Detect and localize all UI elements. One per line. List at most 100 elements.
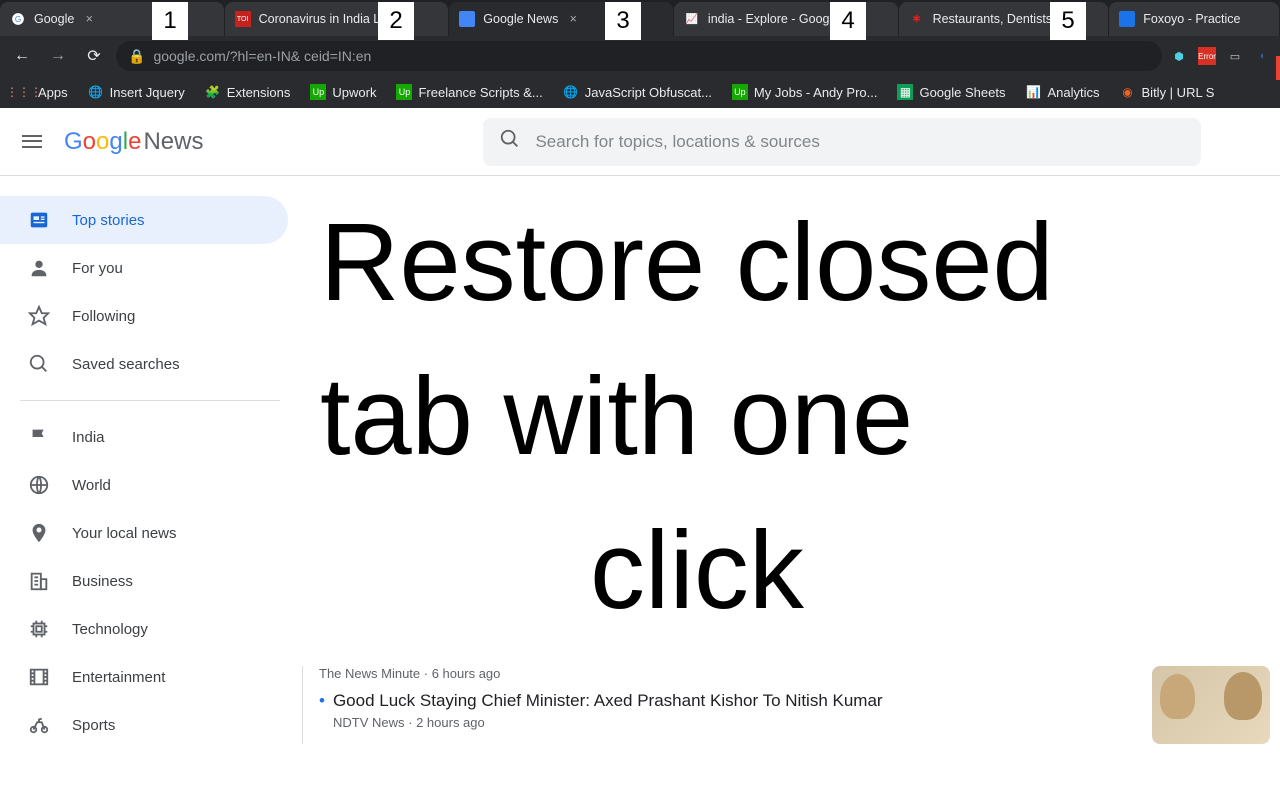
sidebar-item-business[interactable]: Business: [0, 557, 288, 605]
tab-title: Foxoyo - Practice: [1143, 12, 1240, 26]
yelp-favicon: ✱: [909, 11, 925, 27]
sheets-icon: ▦: [897, 84, 913, 100]
svg-text:G: G: [15, 15, 21, 24]
search-bar[interactable]: [483, 118, 1201, 166]
overlay-4: 4: [830, 2, 866, 40]
extension-icons: ⬢ Error ▭ ◐: [1170, 47, 1272, 65]
overlay-2: 2: [378, 2, 414, 40]
bookmark-analytics[interactable]: 📊Analytics: [1017, 80, 1107, 104]
bookmark-jquery[interactable]: 🌐Insert Jquery: [80, 80, 193, 104]
globe-icon: [28, 474, 50, 496]
bookmark-sheets[interactable]: ▦Google Sheets: [889, 80, 1013, 104]
address-bar: ← → ⟳ 🔒 google.com/?hl=en-IN& ceid=IN:en…: [0, 36, 1280, 76]
tab-title: Coronavirus in India Liv: [259, 12, 390, 26]
bookmarks-bar: ⋮⋮⋮Apps 🌐Insert Jquery 🧩Extensions UpUpw…: [0, 76, 1280, 108]
foxoyo-favicon: [1119, 11, 1135, 27]
sidebar-label: For you: [72, 260, 123, 277]
flag-icon: [28, 426, 50, 448]
bookmark-freelance[interactable]: UpFreelance Scripts &...: [388, 80, 550, 104]
reload-button[interactable]: ⟳: [80, 42, 108, 70]
topstories-icon: [28, 209, 50, 231]
sidebar-item-india[interactable]: India: [0, 413, 288, 461]
browser-chrome: G Google × TOI Coronavirus in India Liv …: [0, 0, 1280, 108]
star-icon: [28, 305, 50, 327]
puzzle-icon: 🧩: [205, 84, 221, 100]
hamburger-icon[interactable]: [20, 130, 44, 154]
overlay-3: 3: [605, 2, 641, 40]
bookmark-extensions[interactable]: 🧩Extensions: [197, 80, 299, 104]
apps-icon: ⋮⋮⋮: [16, 84, 32, 100]
red-edge: [1276, 56, 1280, 80]
trends-favicon: 📈: [684, 11, 700, 27]
main-content: Restore closed tab with one click The Ne…: [300, 176, 1280, 800]
sidebar-label: Top stories: [72, 212, 145, 229]
overlay-1: 1: [152, 2, 188, 40]
ext-icon-3[interactable]: ▭: [1226, 47, 1244, 65]
sidebar-label: Business: [72, 573, 133, 590]
upwork-icon: Up: [310, 84, 326, 100]
bookmark-upwork[interactable]: UpUpwork: [302, 80, 384, 104]
search-icon: [28, 353, 50, 375]
globe-icon: 🌐: [563, 84, 579, 100]
article-sub: NDTV News · 2 hours ago: [333, 715, 883, 730]
bookmark-bitly[interactable]: ◉Bitly | URL S: [1112, 80, 1223, 104]
search-input[interactable]: [535, 132, 1185, 152]
bookmark-myjobs[interactable]: UpMy Jobs - Andy Pro...: [724, 80, 886, 104]
sidebar-item-entertainment[interactable]: Entertainment: [0, 653, 288, 701]
upwork-icon: Up: [732, 84, 748, 100]
sidebar-item-savedsearches[interactable]: Saved searches: [0, 340, 288, 388]
chip-icon: [28, 618, 50, 640]
google-favicon: G: [10, 11, 26, 27]
bookmark-apps[interactable]: ⋮⋮⋮Apps: [8, 80, 76, 104]
overlay-5: 5: [1050, 2, 1086, 40]
article-meta: The News Minute · 6 hours ago: [319, 666, 883, 681]
sidebar-divider: [20, 400, 280, 401]
ext-icon-4[interactable]: ◐: [1254, 47, 1272, 65]
close-icon[interactable]: ×: [566, 12, 580, 26]
tab-strip: G Google × TOI Coronavirus in India Liv …: [0, 0, 1280, 36]
browser-tab-google[interactable]: G Google ×: [0, 2, 224, 36]
tab-title: Google: [34, 12, 74, 26]
ext-icon-1[interactable]: ⬢: [1170, 47, 1188, 65]
ext-icon-error[interactable]: Error: [1198, 47, 1216, 65]
sidebar-item-local[interactable]: Your local news: [0, 509, 288, 557]
film-icon: [28, 666, 50, 688]
sidebar-label: India: [72, 429, 105, 446]
sidebar-label: Following: [72, 308, 135, 325]
sidebar-item-world[interactable]: World: [0, 461, 288, 509]
bookmark-jsobf[interactable]: 🌐JavaScript Obfuscat...: [555, 80, 720, 104]
browser-tab-coronavirus[interactable]: TOI Coronavirus in India Liv ×: [225, 2, 449, 36]
browser-tab-foxoyo[interactable]: Foxoyo - Practice: [1109, 2, 1279, 36]
article-card[interactable]: The News Minute · 6 hours ago Good Luck …: [302, 666, 1280, 744]
sidebar: Top stories For you Following Saved sear…: [0, 176, 300, 800]
upwork-icon: Up: [396, 84, 412, 100]
gnews-body: Top stories For you Following Saved sear…: [0, 176, 1280, 800]
search-icon: [499, 128, 521, 155]
url-input[interactable]: 🔒 google.com/?hl=en-IN& ceid=IN:en: [116, 41, 1162, 71]
close-icon[interactable]: ×: [82, 12, 96, 26]
person-icon: [28, 257, 50, 279]
sidebar-item-following[interactable]: Following: [0, 292, 288, 340]
gnews-favicon: [459, 11, 475, 27]
url-text: google.com/?hl=en-IN& ceid=IN:en: [153, 48, 371, 64]
tab-title: Google News: [483, 12, 558, 26]
sidebar-item-foryou[interactable]: For you: [0, 244, 288, 292]
google-news-logo[interactable]: GoogleNews: [64, 128, 203, 156]
sidebar-label: World: [72, 477, 111, 494]
article-headline[interactable]: Good Luck Staying Chief Minister: Axed P…: [319, 691, 883, 711]
building-icon: [28, 570, 50, 592]
pin-icon: [28, 522, 50, 544]
sidebar-item-topstories[interactable]: Top stories: [0, 196, 288, 244]
sidebar-item-sports[interactable]: Sports: [0, 701, 288, 749]
tab-title: india - Explore - Googl: [708, 12, 832, 26]
article-image: [1152, 666, 1270, 744]
sidebar-label: Saved searches: [72, 356, 180, 373]
back-button[interactable]: ←: [8, 42, 36, 70]
bitly-icon: ◉: [1120, 84, 1136, 100]
forward-button[interactable]: →: [44, 42, 72, 70]
tab-title: Restaurants, Dentists, R: [933, 12, 1068, 26]
overlay-headline: Restore closed tab with one click: [300, 186, 1280, 648]
globe-icon: 🌐: [88, 84, 104, 100]
sidebar-label: Entertainment: [72, 669, 165, 686]
sidebar-item-technology[interactable]: Technology: [0, 605, 288, 653]
